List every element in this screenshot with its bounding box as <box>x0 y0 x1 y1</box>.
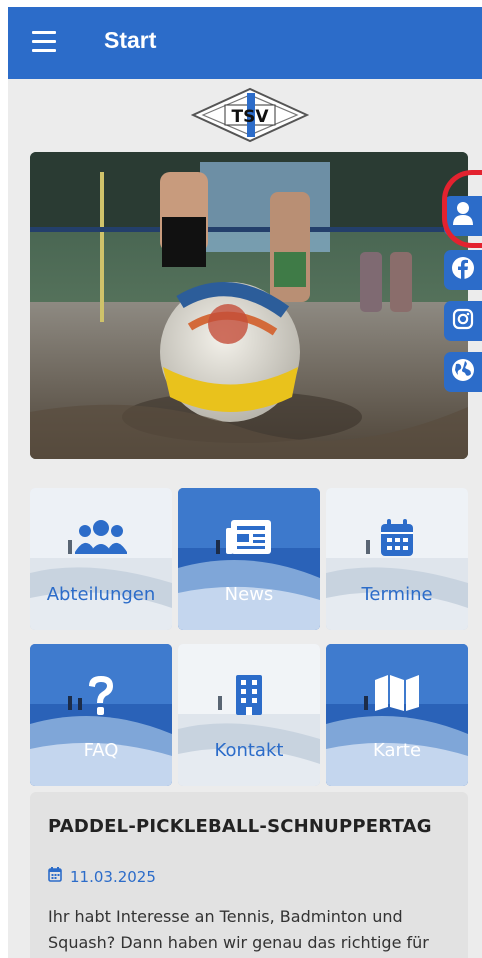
facebook-icon <box>451 256 475 284</box>
news-excerpt: Ihr habt Interesse an Tennis, Badminton … <box>48 907 429 952</box>
news-card[interactable]: PADDEL-PICKLEBALL-SCHNUPPERTAG 11.03.202… <box>30 792 468 958</box>
tile-label: Termine <box>361 584 433 605</box>
hero-image-beach-volleyball <box>30 152 468 459</box>
map-icon <box>374 674 420 716</box>
app-screen: Start TSV Abteilungen News Termine FAQ K… <box>8 7 482 958</box>
question-icon <box>85 674 117 722</box>
tile-news[interactable]: News <box>178 488 320 630</box>
tile-termine[interactable]: Termine <box>326 488 468 630</box>
tile-label: FAQ <box>83 740 119 761</box>
tile-abteilungen[interactable]: Abteilungen <box>30 488 172 630</box>
tile-label: Karte <box>372 740 422 761</box>
club-logo: TSV <box>190 87 310 143</box>
building-icon <box>234 674 264 720</box>
news-date-row: 11.03.2025 <box>48 867 156 886</box>
instagram-button[interactable] <box>444 301 482 341</box>
tile-faq[interactable]: FAQ <box>30 644 172 786</box>
tile-label: News <box>224 584 274 605</box>
facebook-button[interactable] <box>444 250 482 290</box>
users-icon <box>74 518 128 562</box>
website-button[interactable] <box>444 352 482 392</box>
tile-karte[interactable]: Karte <box>326 644 468 786</box>
tile-label: Abteilungen <box>46 584 156 605</box>
hamburger-menu-icon[interactable] <box>32 31 56 53</box>
svg-text:TSV: TSV <box>232 107 270 127</box>
instagram-icon <box>452 308 474 334</box>
calendar-icon <box>379 518 415 562</box>
tile-label: Kontakt <box>214 740 284 761</box>
calendar-small-icon <box>48 867 62 886</box>
top-app-bar: Start <box>8 7 482 79</box>
news-date: 11.03.2025 <box>70 867 156 886</box>
page-title: Start <box>104 27 157 53</box>
news-title: PADDEL-PICKLEBALL-SCHNUPPERTAG <box>48 816 432 837</box>
newspaper-icon <box>225 518 273 560</box>
annotation-circle <box>442 170 482 248</box>
tile-kontakt[interactable]: Kontakt <box>178 644 320 786</box>
globe-icon <box>451 358 475 386</box>
